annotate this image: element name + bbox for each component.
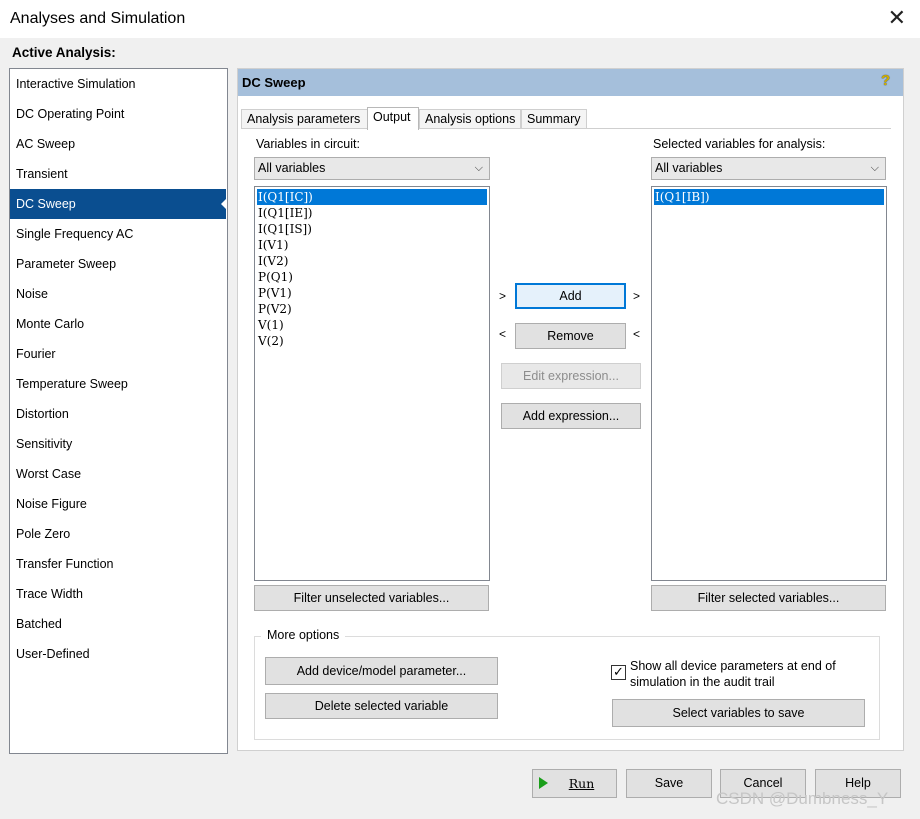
list-item[interactable]: P(V2) [257,301,487,317]
list-item[interactable]: I(Q1[IS]) [257,221,487,237]
sidebar-item-dc-operating-point[interactable]: DC Operating Point [10,99,227,129]
play-icon [539,777,548,789]
filter-selected-variables-button[interactable]: Filter selected variables... [651,585,886,611]
checkmark-icon: ✓ [613,664,624,679]
sidebar-item-pole-zero[interactable]: Pole Zero [10,519,227,549]
title-bar: Analyses and Simulation ✕ [0,0,920,38]
chevron-down-icon: ⌵ [870,162,879,174]
list-item[interactable]: V(1) [257,317,487,333]
chevron-down-icon: ⌵ [474,162,483,174]
sidebar-item-distortion[interactable]: Distortion [10,399,227,429]
circuit-variables-list[interactable]: I(Q1[IC]) I(Q1[IE]) I(Q1[IS]) I(V1) I(V2) P(Q… [254,186,490,581]
selected-variables-filter-dropdown[interactable]: All variables ⌵ [651,157,886,180]
list-item[interactable]: I(Q1[IE]) [257,205,487,221]
sidebar-item-worst-case[interactable]: Worst Case [10,459,227,489]
add-expression-button[interactable]: Add expression... [501,403,641,429]
close-icon[interactable]: ✕ [888,6,906,30]
sidebar-item-fourier[interactable]: Fourier [10,339,227,369]
selected-variables-filter-value: All variables [655,161,723,175]
sidebar-item-noise[interactable]: Noise [10,279,227,309]
list-item[interactable]: I(Q1[IC]) [257,189,487,205]
variables-in-circuit-label: Variables in circuit: [256,137,360,151]
circuit-variables-filter-value: All variables [258,161,326,175]
sidebar-item-parameter-sweep[interactable]: Parameter Sweep [10,249,227,279]
show-all-label-line-1: Show all device parameters at end of [630,659,836,673]
add-arrow-left-indicator: > [499,289,507,303]
tab-analysis-options[interactable]: Analysis options [419,109,521,129]
sidebar-item-ac-sweep[interactable]: AC Sweep [10,129,227,159]
active-analysis-label: Active Analysis: [12,45,116,60]
run-label-text: Run [568,776,595,791]
sidebar-item-transfer-function[interactable]: Transfer Function [10,549,227,579]
sidebar-item-interactive-simulation[interactable]: Interactive Simulation [10,69,227,99]
sidebar-item-user-defined[interactable]: User-Defined [10,639,227,669]
add-button[interactable]: Add [515,283,626,309]
sidebar-item-monte-carlo[interactable]: Monte Carlo [10,309,227,339]
remove-arrow-left-indicator: < [499,327,507,341]
show-all-device-params-label: Show all device parameters at end of sim… [630,658,836,690]
tab-summary[interactable]: Summary [521,109,587,129]
selected-variables-list[interactable]: I(Q1[IB]) [651,186,887,581]
selected-variables-label: Selected variables for analysis: [653,137,826,151]
sidebar-item-trace-width[interactable]: Trace Width [10,579,227,609]
main-panel: DC Sweep ? Analysis parameters Output An… [237,68,904,751]
add-device-model-parameter-button[interactable]: Add device/model parameter... [265,657,498,685]
circuit-variables-filter-dropdown[interactable]: All variables ⌵ [254,157,490,180]
tab-analysis-parameters[interactable]: Analysis parameters [241,109,368,129]
delete-selected-variable-button[interactable]: Delete selected variable [265,693,498,719]
remove-button[interactable]: Remove [515,323,626,349]
sidebar-item-batched[interactable]: Batched [10,609,227,639]
window-title: Analyses and Simulation [10,10,186,27]
analysis-list[interactable]: Interactive Simulation DC Operating Point… [9,68,228,754]
sidebar-item-single-frequency-ac[interactable]: Single Frequency AC [10,219,227,249]
tab-output[interactable]: Output [367,107,419,130]
sidebar-item-noise-figure[interactable]: Noise Figure [10,489,227,519]
sidebar-item-sensitivity[interactable]: Sensitivity [10,429,227,459]
run-label: Run [555,776,595,791]
run-button[interactable]: Run [532,769,617,798]
tab-divider [241,128,891,129]
watermark: CSDN @Dumbness_Y [716,789,889,808]
list-item[interactable]: P(V1) [257,285,487,301]
list-item[interactable]: I(V2) [257,253,487,269]
edit-expression-button[interactable]: Edit expression... [501,363,641,389]
panel-header: DC Sweep ? [238,69,903,96]
more-options-title: More options [261,628,346,642]
save-button[interactable]: Save [626,769,712,798]
list-item[interactable]: I(Q1[IB]) [654,189,884,205]
show-all-device-params-checkbox[interactable]: ✓ [611,665,626,680]
sidebar-item-temperature-sweep[interactable]: Temperature Sweep [10,369,227,399]
list-item[interactable]: I(V1) [257,237,487,253]
filter-unselected-variables-button[interactable]: Filter unselected variables... [254,585,489,611]
list-item[interactable]: P(Q1) [257,269,487,285]
select-variables-to-save-button[interactable]: Select variables to save [612,699,865,727]
add-arrow-right-indicator: > [633,289,641,303]
sidebar-item-dc-sweep[interactable]: DC Sweep [10,189,226,219]
more-options-group: More options Add device/model parameter.… [254,628,880,740]
show-all-label-line-2: simulation in the audit trail [630,675,775,689]
panel-title: DC Sweep [242,75,306,90]
help-icon[interactable]: ? [881,72,895,90]
sidebar-item-transient[interactable]: Transient [10,159,227,189]
remove-arrow-right-indicator: < [633,327,641,341]
list-item[interactable]: V(2) [257,333,487,349]
